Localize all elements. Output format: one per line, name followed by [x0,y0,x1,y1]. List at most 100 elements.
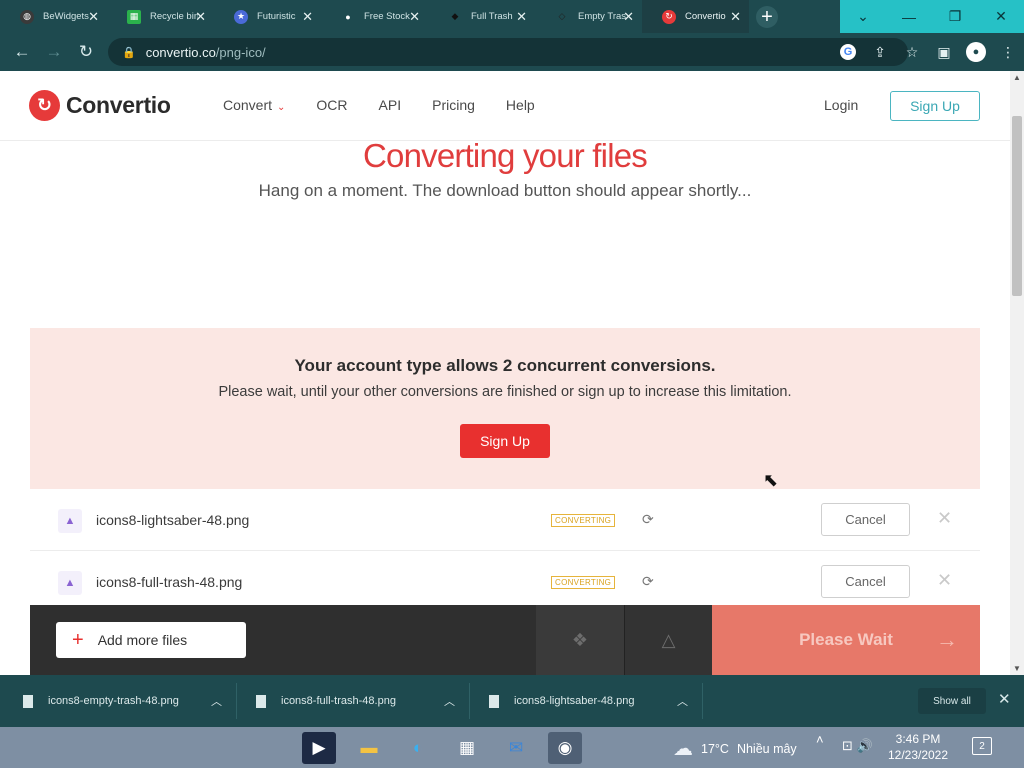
google-icon[interactable]: G [840,44,856,60]
edge-browser-icon[interactable]: ◐ [401,732,435,764]
nav-help[interactable]: Help [506,97,535,113]
login-link[interactable]: Login [824,97,858,113]
close-icon[interactable]: ✕ [730,9,741,25]
tab-title: BeWidgets [43,11,89,22]
add-more-files-button[interactable]: + Add more files [56,622,246,658]
limit-signup-button[interactable]: Sign Up [460,424,550,458]
download-item[interactable]: icons8-empty-trash-48.png ︿ [23,675,222,727]
refresh-spinner-icon: ⟳ [642,573,654,589]
profile-avatar-icon[interactable]: ● [966,42,986,62]
chevron-up-icon[interactable]: ︿ [677,693,688,709]
remove-file-icon[interactable]: ✕ [937,508,952,529]
file-icon [489,694,499,708]
download-item[interactable]: icons8-lightsaber-48.png ︿ [489,675,688,727]
notification-icon[interactable]: 2 [972,737,992,755]
network-volume-icons[interactable]: ⊡ 🔊 [842,738,873,754]
side-panel-icon[interactable]: ▣ [928,36,960,68]
tab-recycle-bin[interactable]: ▦ Recycle bin ✕ [107,0,214,33]
download-name: icons8-empty-trash-48.png [48,695,179,707]
limit-notice: Your account type allows 2 concurrent co… [30,328,980,490]
page-viewport: ↻ Convertio Convert ⌄ OCR API Pricing Hel… [0,71,1010,675]
action-bar: + Add more files ❖ △ Please Wait → [30,605,980,675]
nav-ocr[interactable]: OCR [316,97,347,113]
remove-file-icon[interactable]: ✕ [937,570,952,591]
weather-text: Nhiều mây [736,741,797,756]
plus-icon: + [756,5,778,28]
address-bar[interactable]: 🔒 convertio.co/png-ico/ [108,38,908,66]
show-all-button[interactable]: Show all [918,688,986,714]
minimize-icon[interactable]: — [886,0,932,33]
media-player-icon[interactable]: ▶ [302,732,336,764]
file-explorer-icon[interactable]: ▬ [352,732,386,764]
divider [236,683,237,719]
dropbox-icon[interactable]: ❖ [536,605,624,675]
forward-icon[interactable]: → [38,36,70,68]
chevron-up-icon[interactable]: ︿ [211,693,222,709]
limit-title: Your account type allows 2 concurrent co… [294,356,716,375]
scrollbar[interactable]: ▲ ▼ [1010,71,1024,675]
new-tab-button[interactable]: + [749,0,785,33]
image-file-icon: ▲ [58,571,82,595]
weather-temp: 17°C [701,741,729,756]
close-icon[interactable]: ✕ [88,9,99,25]
scrollbar-thumb[interactable] [1012,116,1022,296]
bookmark-star-icon[interactable]: ☆ [896,36,928,68]
lock-icon[interactable]: 🔒 [122,46,136,59]
google-drive-icon[interactable]: △ [624,605,712,675]
tab-free-stock[interactable]: ● Free Stock ✕ [321,0,428,33]
close-icon[interactable]: ✕ [516,9,527,25]
file-icon [256,694,266,708]
download-name: icons8-lightsaber-48.png [514,695,635,707]
cancel-button[interactable]: Cancel [821,503,910,536]
tab-futuristic[interactable]: ★ Futuristic ✕ [214,0,321,33]
file-row: ▲ icons8-full-trash-48.png CONVERTING ⟳ … [30,551,980,613]
download-item[interactable]: icons8-full-trash-48.png ︿ [256,675,455,727]
tab-search-icon[interactable]: ⌄ [840,0,886,33]
cancel-button[interactable]: Cancel [821,565,910,598]
nav-pricing[interactable]: Pricing [432,97,475,113]
download-name: icons8-full-trash-48.png [281,695,396,707]
menu-kebab-icon[interactable]: ⋮ [992,36,1024,68]
chrome-icon[interactable]: ◉ [548,732,582,764]
mail-icon[interactable]: ✉ [499,732,533,764]
cloud-icon: ☁ [673,738,693,760]
back-icon[interactable]: ← [6,36,38,68]
scroll-up-icon[interactable]: ▲ [1013,73,1021,82]
weather-widget[interactable]: ☁ 17°C Nhiều mây [673,736,797,761]
nav-api[interactable]: API [379,97,402,113]
share-icon[interactable]: ⇪ [864,36,896,68]
tab-title: Recycle bin [150,11,198,22]
restore-icon[interactable]: ❐ [932,0,978,33]
tab-full-trash[interactable]: ◆ Full Trash ✕ [428,0,535,33]
file-icon [23,694,33,708]
close-icon[interactable]: ✕ [623,9,634,25]
close-icon[interactable]: ✕ [409,9,420,25]
status-badge: CONVERTING [551,514,616,527]
close-icon[interactable]: ✕ [302,9,313,25]
scroll-down-icon[interactable]: ▼ [1013,664,1021,673]
chevron-up-icon[interactable]: ︿ [444,693,455,709]
convertio-logo-icon: ↻ [29,90,60,121]
window-controls: ⌄ — ❐ ✕ [840,0,1024,33]
tab-title: Convertio [685,11,726,22]
reload-icon[interactable]: ↻ [70,36,102,68]
store-icon[interactable]: ▦ [450,732,484,764]
signup-button[interactable]: Sign Up [890,91,980,121]
clock[interactable]: 3:46 PM 12/23/2022 [886,731,950,763]
image-file-icon: ▲ [58,509,82,533]
convertio-logo[interactable]: ↻ Convertio [29,90,171,121]
close-window-icon[interactable]: ✕ [978,0,1024,33]
url-domain: convertio.co [145,44,216,60]
nav-convert[interactable]: Convert ⌄ [223,97,285,113]
tab-bewidgets[interactable]: ◍ BeWidgets ✕ [0,0,107,33]
url-path: /png-ico/ [215,44,266,60]
toolbar: ← → ↻ 🔒 convertio.co/png-ico/ G ⇪ ☆ ▣ ● … [0,33,1024,71]
close-icon[interactable]: ✕ [195,9,206,25]
tab-empty-trash[interactable]: ◇ Empty Trash ✕ [535,0,642,33]
page-subtitle: Hang on a moment. The download button sh… [258,181,752,200]
tab-convertio[interactable]: ↻ Convertio ✕ [642,0,749,33]
convertio-favicon-icon: ↻ [662,9,676,24]
close-icon[interactable]: ✕ [998,690,1011,708]
please-wait-button[interactable]: Please Wait → [712,605,980,675]
chevron-up-icon[interactable]: ˄ [816,732,824,747]
